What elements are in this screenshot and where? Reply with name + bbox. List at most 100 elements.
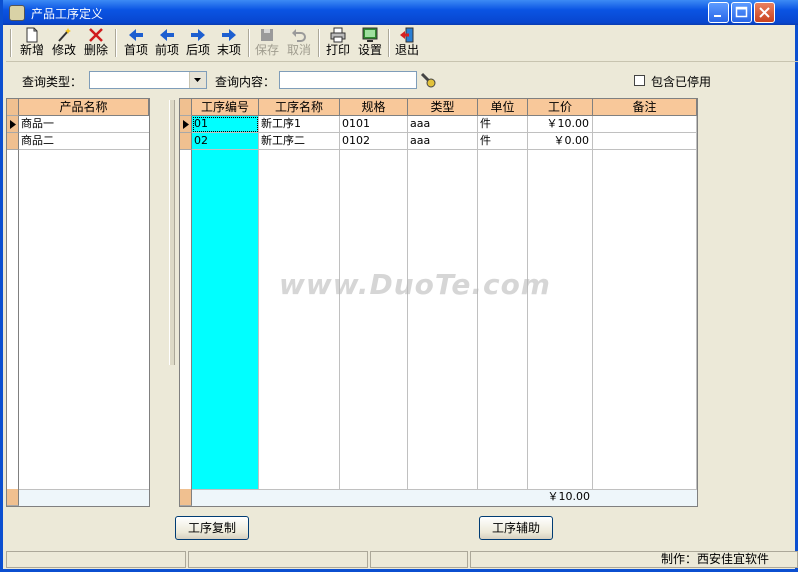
- product-row[interactable]: 商品二: [19, 133, 149, 150]
- next-label: 后项: [185, 43, 210, 57]
- indicator-empty: [7, 150, 19, 489]
- title-bar: 产品工序定义: [3, 0, 798, 25]
- col-header-code[interactable]: 工序编号: [192, 99, 259, 116]
- monitor-icon: [362, 27, 378, 42]
- next-button[interactable]: 后项: [184, 27, 212, 59]
- row-indicator[interactable]: [180, 133, 192, 150]
- status-panel-2: [188, 551, 368, 568]
- indicator-empty: [180, 150, 192, 489]
- last-button[interactable]: 末项: [215, 27, 243, 59]
- delete-label: 删除: [83, 43, 108, 57]
- close-icon: [759, 7, 770, 18]
- table-cell-note[interactable]: [593, 116, 697, 133]
- window-title: 产品工序定义: [31, 7, 104, 21]
- settings-button[interactable]: 设置: [356, 27, 384, 59]
- product-name-header: 产品名称: [19, 99, 149, 116]
- edit-wand-icon: [58, 28, 71, 42]
- exit-button[interactable]: 退出: [393, 27, 421, 59]
- include-disabled-label: 包含已停用: [651, 75, 712, 89]
- query-type-select[interactable]: [89, 71, 207, 89]
- save-button[interactable]: 保存: [253, 27, 281, 59]
- dropdown-arrow[interactable]: [189, 72, 206, 88]
- splitter[interactable]: [169, 100, 175, 365]
- process-grid: 工序编号 工序名称 规格 类型 单位 工价 备注 01 新工序1 0101 aa…: [179, 98, 698, 507]
- row-indicator[interactable]: [180, 116, 192, 133]
- table-cell-type[interactable]: aaa: [408, 116, 478, 133]
- delete-x-icon: [89, 28, 103, 42]
- table-cell-name[interactable]: 新工序1: [259, 116, 340, 133]
- table-cell-price[interactable]: ￥10.00: [528, 116, 593, 133]
- query-type-label: 查询类型：: [22, 75, 83, 89]
- arrow-left-icon: [160, 29, 174, 41]
- col-header-unit[interactable]: 单位: [478, 99, 528, 116]
- table-cell-unit[interactable]: 件: [478, 116, 528, 133]
- prev-button[interactable]: 前项: [153, 27, 181, 59]
- exit-door-icon: [400, 27, 414, 43]
- row-indicator[interactable]: [7, 116, 19, 133]
- minimize-button[interactable]: [708, 2, 729, 23]
- status-panel-3: [370, 551, 468, 568]
- table-cell-code[interactable]: 01: [192, 116, 259, 133]
- table-cell-type[interactable]: aaa: [408, 133, 478, 150]
- process-footer-row: [192, 489, 697, 506]
- chevron-down-icon: [194, 78, 201, 82]
- table-cell-note[interactable]: [593, 133, 697, 150]
- minimize-icon: [714, 15, 721, 17]
- exit-label: 退出: [394, 43, 419, 57]
- product-footer-row: [19, 489, 149, 506]
- printer-icon: [330, 27, 346, 43]
- first-label: 首项: [123, 43, 148, 57]
- toolbar: 新增 修改 删除 首项 前项 后项 末项 保存 取消 打印 设置 退出: [6, 25, 798, 62]
- col-header-type[interactable]: 类型: [408, 99, 478, 116]
- table-cell-spec[interactable]: 0102: [340, 133, 408, 150]
- arrow-right-icon: [222, 29, 236, 41]
- code-column-fill: [192, 116, 259, 489]
- maximize-button[interactable]: [731, 2, 752, 23]
- copy-process-button[interactable]: 工序复制: [175, 516, 249, 540]
- current-row-icon: [10, 120, 16, 129]
- status-panel-1: [6, 551, 186, 568]
- include-disabled-checkbox[interactable]: [634, 75, 645, 86]
- process-assist-button[interactable]: 工序辅助: [479, 516, 553, 540]
- print-button[interactable]: 打印: [324, 27, 352, 59]
- current-row-icon: [183, 120, 189, 129]
- product-row[interactable]: 商品一: [19, 116, 149, 133]
- table-cell-spec[interactable]: 0101: [340, 116, 408, 133]
- undo-icon: [292, 29, 306, 42]
- edit-button[interactable]: 修改: [50, 27, 78, 59]
- save-icon: [261, 29, 273, 41]
- query-content-label: 查询内容：: [215, 75, 276, 89]
- table-cell-code[interactable]: 02: [192, 133, 259, 150]
- print-label: 打印: [325, 43, 350, 57]
- maximize-icon: [735, 6, 748, 18]
- last-label: 末项: [216, 43, 241, 57]
- settings-label: 设置: [357, 43, 382, 57]
- total-price: ￥10.00: [547, 490, 591, 503]
- arrow-left-icon: [129, 29, 143, 41]
- close-button[interactable]: [754, 2, 775, 23]
- row-indicator[interactable]: [7, 133, 19, 150]
- col-header-note[interactable]: 备注: [593, 99, 697, 116]
- table-cell-name[interactable]: 新工序二: [259, 133, 340, 150]
- arrow-right-icon: [191, 29, 205, 41]
- grid-corner: [7, 99, 19, 116]
- col-header-spec[interactable]: 规格: [340, 99, 408, 116]
- app-icon[interactable]: [9, 5, 25, 21]
- product-grid: 产品名称 商品一 商品二: [6, 98, 150, 507]
- col-header-name[interactable]: 工序名称: [259, 99, 340, 116]
- query-content-input[interactable]: [279, 71, 417, 89]
- save-label: 保存: [254, 43, 279, 57]
- search-flashlight-icon[interactable]: [419, 71, 437, 89]
- prev-label: 前项: [154, 43, 179, 57]
- add-button[interactable]: 新增: [18, 27, 46, 59]
- footer-indicator: [180, 489, 192, 506]
- first-button[interactable]: 首项: [122, 27, 150, 59]
- table-cell-price[interactable]: ￥0.00: [528, 133, 593, 150]
- main-window: 产品工序定义 新增 修改 删除 首项 前项 后项 末项 保存 取消 打印 设置 …: [0, 0, 798, 572]
- table-cell-unit[interactable]: 件: [478, 133, 528, 150]
- delete-button[interactable]: 删除: [82, 27, 110, 59]
- col-header-price[interactable]: 工价: [528, 99, 593, 116]
- grid-corner: [180, 99, 192, 116]
- watermark: www.DuoTe.com: [279, 268, 551, 301]
- cancel-button[interactable]: 取消: [285, 27, 313, 59]
